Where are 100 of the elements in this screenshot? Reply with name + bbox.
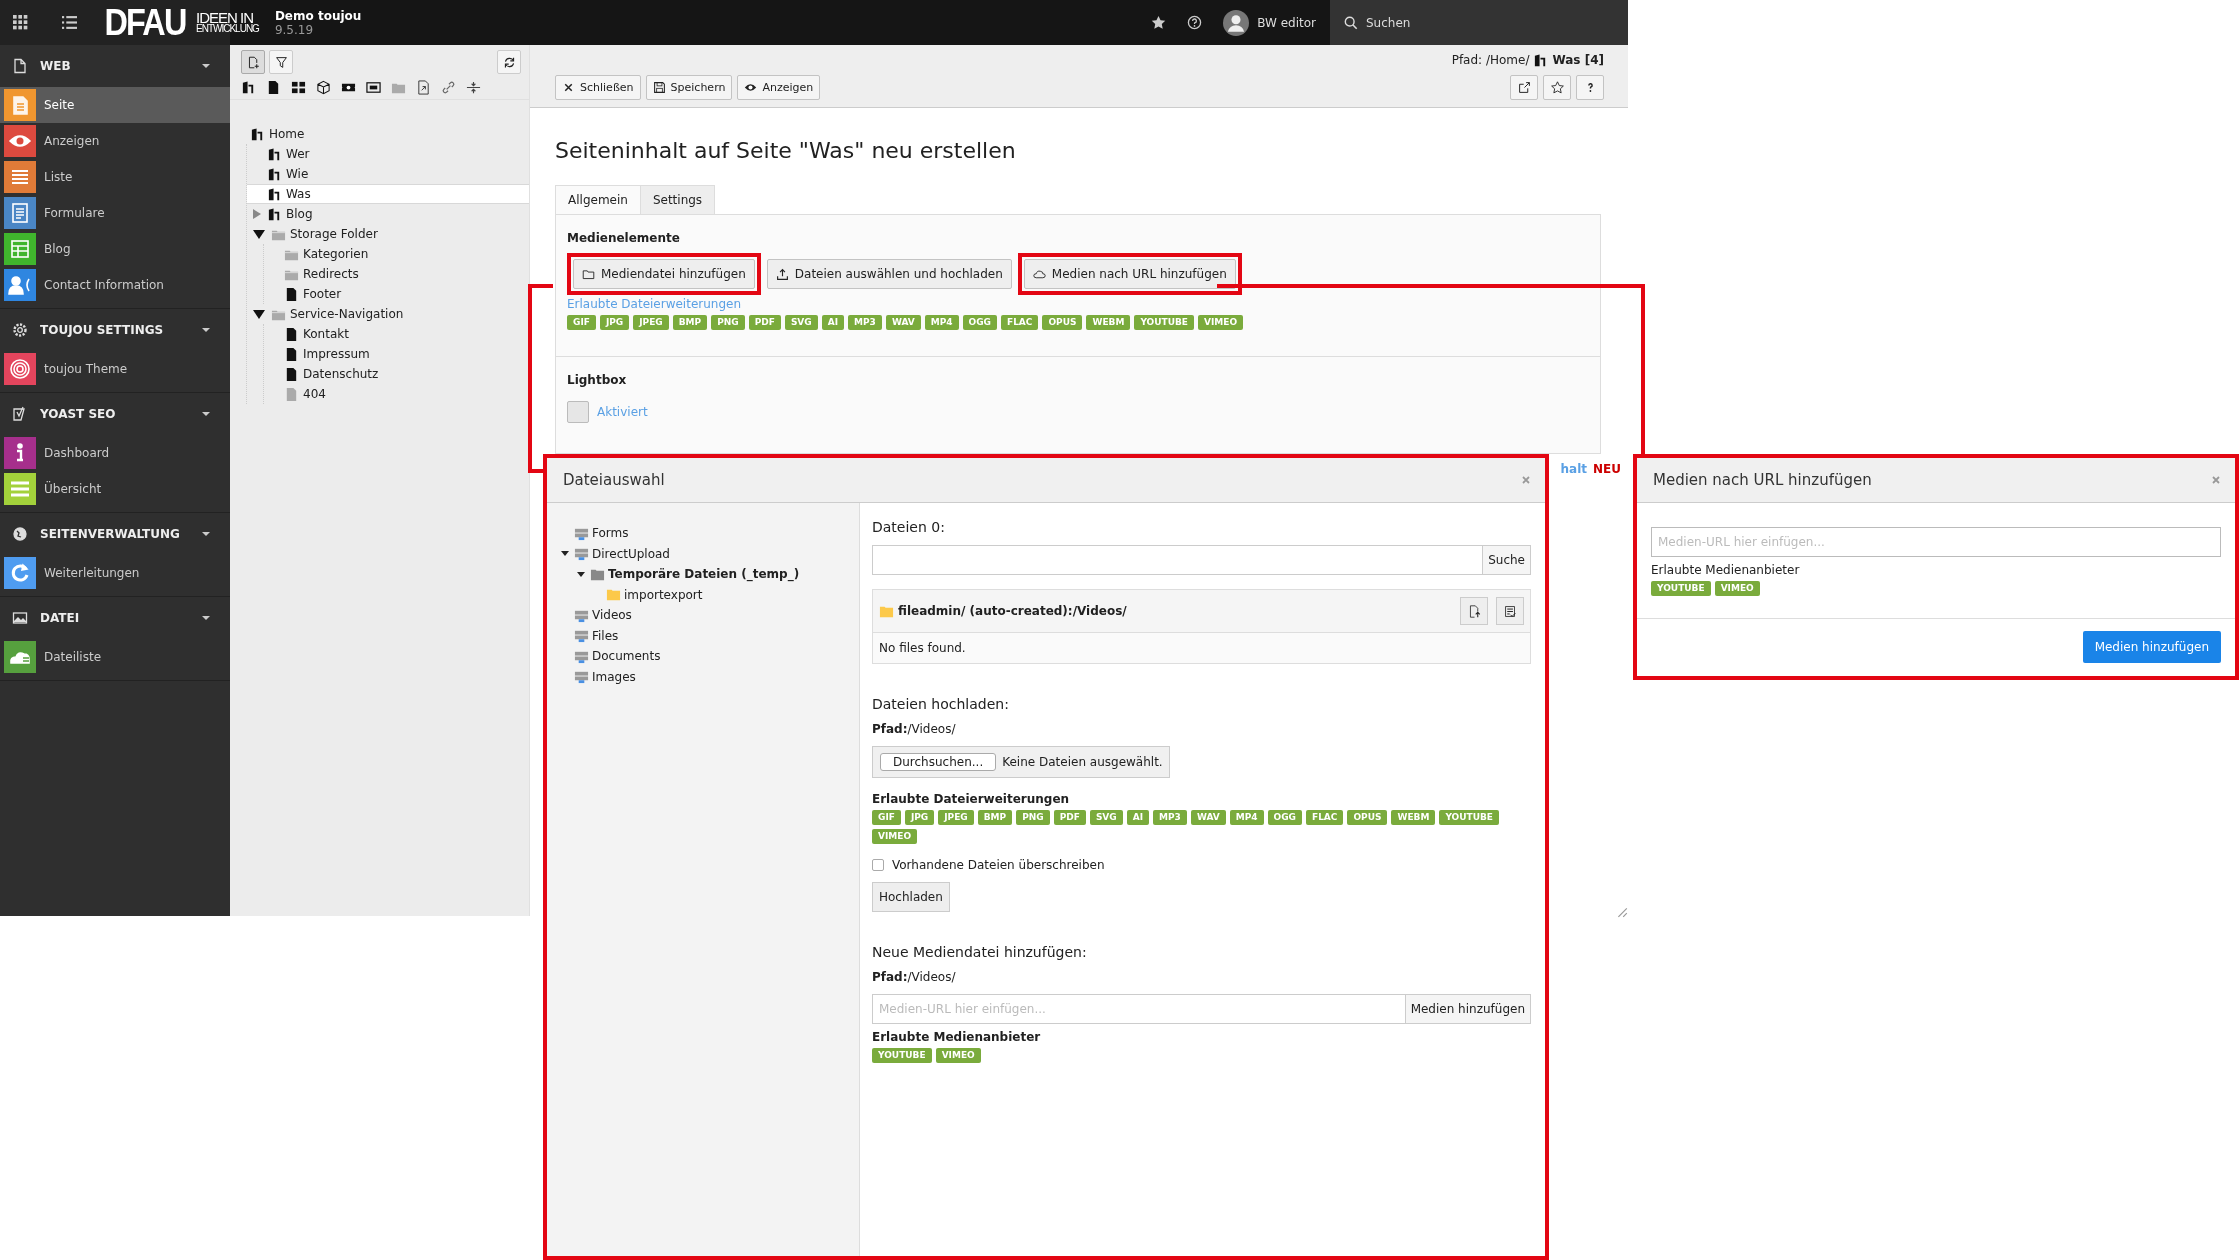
filter-button[interactable] (269, 50, 293, 74)
checkbox-label[interactable]: Vorhandene Dateien überschreiben (892, 858, 1105, 872)
star-icon[interactable] (1151, 15, 1167, 30)
upload-file-button[interactable] (1460, 597, 1488, 625)
help-icon[interactable] (1187, 15, 1203, 30)
upload-button[interactable]: Hochladen (872, 882, 950, 912)
module-item[interactable]: Formulare (0, 195, 230, 231)
tree-item[interactable]: Impressum (303, 347, 370, 361)
tree-item[interactable]: Wer (286, 147, 310, 161)
page-type-icon[interactable] (366, 80, 381, 95)
search-button[interactable]: Suche (1483, 545, 1531, 575)
collapse-icon[interactable] (577, 571, 585, 577)
tab[interactable]: Allgemein (555, 185, 641, 214)
user-name[interactable]: BW editor (1257, 15, 1316, 30)
avatar-icon[interactable] (1223, 9, 1250, 36)
search-field[interactable]: Suchen (1330, 0, 1628, 45)
file-type-badge: FLAC (1306, 810, 1344, 825)
module-item[interactable]: Weiterleitungen (0, 555, 230, 591)
file-type-badge: YOUTUBE (1651, 581, 1711, 596)
folder-tree-item[interactable]: Images (592, 669, 636, 684)
collapse-icon[interactable] (561, 551, 569, 557)
checkbox[interactable] (872, 859, 884, 871)
folder-tree-item[interactable]: DirectUpload (592, 546, 670, 561)
module-item[interactable]: Liste (0, 159, 230, 195)
tree-item[interactable]: Kategorien (303, 247, 369, 261)
file-type-badge: VIMEO (935, 1048, 981, 1063)
tree-item[interactable]: Redirects (303, 267, 359, 281)
module-item[interactable]: Dateiliste (0, 639, 230, 675)
breadcrumb-page: Was [4] (1552, 53, 1604, 67)
file-type-badge: OGG (1267, 810, 1302, 825)
list-icon[interactable] (62, 15, 77, 30)
module-item[interactable]: Übersicht (0, 471, 230, 507)
file-type-badge: GIF (567, 315, 596, 330)
module-group-header[interactable]: TOUJOU SETTINGS (0, 309, 230, 351)
module-item[interactable]: Anzeigen (0, 123, 230, 159)
expand-icon[interactable] (253, 209, 261, 219)
folder-tree-item[interactable]: importexport (624, 587, 703, 602)
help-button[interactable] (1576, 75, 1604, 100)
tree-item[interactable]: Footer (303, 287, 342, 301)
tree-item[interactable]: Was (286, 187, 311, 201)
tree-item[interactable]: Kontakt (303, 327, 349, 341)
add-media-button[interactable]: Medien hinzufügen (1405, 994, 1531, 1024)
document-icon (12, 58, 28, 74)
bookmark-button[interactable] (1543, 75, 1571, 100)
open-external-button[interactable] (1510, 75, 1538, 100)
folder-tree-item[interactable]: Forms (592, 526, 629, 541)
view-button[interactable]: Anzeigen (737, 75, 821, 100)
save-button[interactable]: Speichern (645, 75, 733, 100)
file-type-badge: PDF (748, 315, 781, 330)
module-item[interactable]: Dashboard (0, 435, 230, 471)
path-label: Pfad:/Videos/ (872, 970, 957, 984)
section-heading: Dateien 0: (872, 519, 946, 535)
page-type-icon[interactable] (266, 80, 281, 95)
module-group-header[interactable]: WEB (0, 45, 230, 87)
upload-button[interactable]: Dateien auswählen und hochladen (766, 259, 1012, 289)
module-item[interactable]: Blog (0, 231, 230, 267)
module-group-header[interactable]: YOAST SEO (0, 393, 230, 435)
upload-icon (775, 267, 789, 281)
module-item[interactable]: toujou Theme (0, 351, 230, 387)
tree-item[interactable]: 404 (303, 387, 326, 401)
file-input[interactable]: Durchsuchen... Keine Dateien ausgewählt. (872, 746, 1170, 778)
resize-grip-icon[interactable] (1616, 906, 1628, 918)
close-icon (562, 81, 575, 94)
folder-tree-item[interactable]: Videos (592, 608, 632, 623)
tree-item[interactable]: Service-Navigation (290, 307, 404, 321)
module-item[interactable]: Seite (0, 87, 230, 123)
new-page-button[interactable] (241, 50, 265, 74)
page-type-icon[interactable] (241, 80, 256, 95)
page-type-icon[interactable] (291, 80, 306, 95)
url-field[interactable]: Medien-URL hier einfügen... (872, 994, 1406, 1024)
module-item[interactable]: Contact Information (0, 267, 230, 303)
file-type-badge: PNG (1016, 810, 1050, 825)
add-media-file-button[interactable]: Mediendatei hinzufügen (573, 259, 755, 289)
toggle-checkbox[interactable] (567, 401, 589, 423)
page-tree-icon (267, 206, 282, 222)
page-type-icon[interactable] (466, 80, 481, 95)
section-title: Medienelemente (567, 231, 681, 245)
folder-tree-item[interactable]: Temporäre Dateien (_temp_) (608, 567, 800, 582)
apps-grid-icon[interactable] (13, 15, 28, 30)
url-field[interactable]: Medien-URL hier einfügen... (1651, 527, 2221, 557)
refresh-button[interactable] (497, 50, 521, 74)
page-type-icon[interactable] (316, 80, 331, 95)
add-media-button[interactable]: Medien hinzufügen (2082, 631, 2221, 663)
tree-item[interactable]: Home (269, 127, 305, 141)
add-media-url-button[interactable]: Medien nach URL hinzufügen (1023, 259, 1236, 289)
folder-tree-item[interactable]: Files (592, 628, 619, 643)
file-type-badge: MP4 (924, 315, 959, 330)
file-type-badge: JPG (904, 810, 935, 825)
tree-item[interactable]: Wie (286, 167, 309, 181)
page-type-icon[interactable] (416, 80, 431, 95)
tree-item[interactable]: Blog (286, 207, 313, 221)
tab[interactable]: Settings (639, 185, 716, 214)
select-all-button[interactable] (1496, 597, 1524, 625)
search-field[interactable] (872, 545, 1484, 575)
tree-item[interactable]: Storage Folder (290, 227, 378, 241)
tree-item[interactable]: Datenschutz (303, 367, 379, 381)
module-group-header[interactable]: SEITENVERWALTUNG (0, 513, 230, 555)
module-group-header[interactable]: DATEI (0, 597, 230, 639)
close-button[interactable]: Schließen (555, 75, 641, 100)
folder-tree-item[interactable]: Documents (592, 649, 661, 664)
